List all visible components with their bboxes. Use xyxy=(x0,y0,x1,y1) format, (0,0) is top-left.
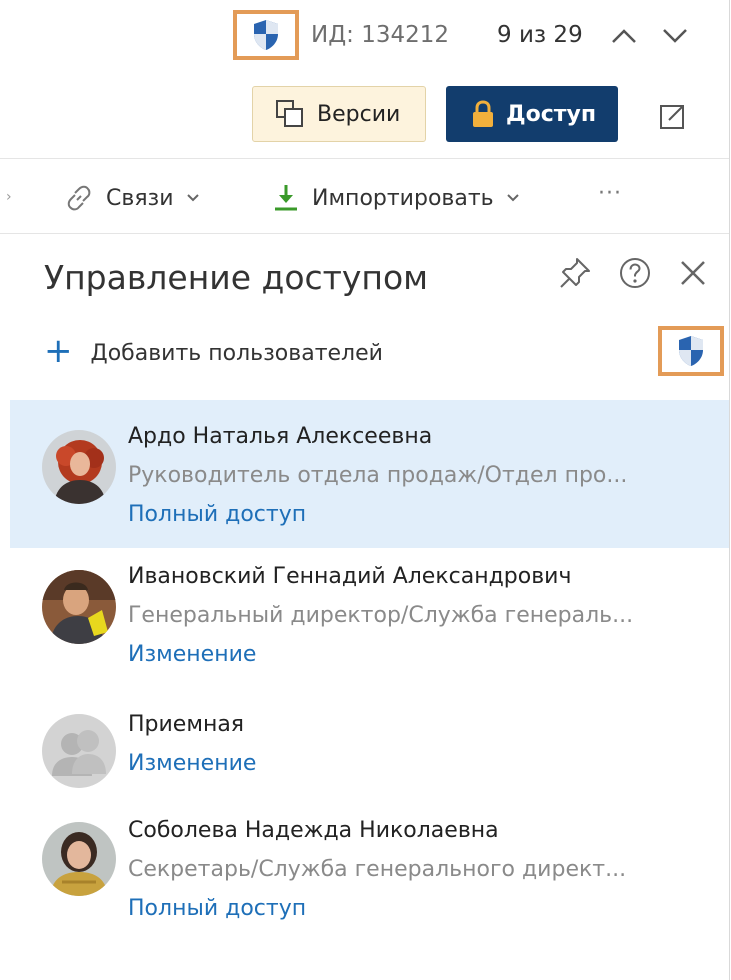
help-icon xyxy=(620,258,650,288)
add-users-button[interactable]: + Добавить пользователей xyxy=(44,334,383,368)
user-access-rights[interactable]: Изменение xyxy=(128,751,256,776)
open-in-window-button[interactable] xyxy=(653,96,693,136)
user-name: Ардо Наталья Алексеевна xyxy=(128,424,433,449)
next-button[interactable] xyxy=(657,20,693,52)
links-menu-button[interactable]: Связи xyxy=(64,181,200,215)
pin-button[interactable] xyxy=(556,254,594,292)
security-settings-button[interactable] xyxy=(658,326,724,376)
record-counter: 9 из 29 xyxy=(497,22,583,48)
chevron-down-icon xyxy=(186,194,199,202)
import-menu-button[interactable]: Импортировать xyxy=(272,181,520,215)
shield-icon xyxy=(254,20,278,50)
chevron-down-icon xyxy=(506,194,519,202)
toolbar-overflow-marker: › xyxy=(6,189,12,205)
help-button[interactable] xyxy=(616,254,654,292)
chevron-down-icon xyxy=(663,29,687,43)
plus-icon: + xyxy=(44,331,73,371)
access-label: Доступ xyxy=(506,101,597,127)
toolbar: › Связи Импортировать ··· xyxy=(0,158,729,234)
links-label: Связи xyxy=(106,185,174,211)
user-name: Ивановский Геннадий Александрович xyxy=(128,564,572,589)
card-header: ИД: 134212 9 из 29 xyxy=(0,0,731,72)
user-list-item[interactable]: Соболева Надежда Николаевна Секретарь/Сл… xyxy=(10,802,729,950)
avatar xyxy=(42,714,116,788)
user-position: Руководитель отдела продаж/Отдел про... xyxy=(128,463,628,488)
user-access-rights[interactable]: Полный доступ xyxy=(128,896,306,921)
pin-icon xyxy=(560,258,590,288)
add-users-label: Добавить пользователей xyxy=(90,340,383,366)
chevron-up-icon xyxy=(612,29,636,43)
user-position: Генеральный директор/Служба генераль... xyxy=(128,603,634,628)
link-icon xyxy=(67,185,91,211)
import-icon xyxy=(275,185,297,211)
user-access-rights[interactable]: Полный доступ xyxy=(128,502,306,527)
versions-icon xyxy=(276,100,303,127)
previous-button[interactable] xyxy=(606,20,642,52)
user-name: Соболева Надежда Николаевна xyxy=(128,818,499,843)
avatar xyxy=(42,822,116,896)
user-list-item[interactable]: Приемная Изменение xyxy=(10,696,729,802)
avatar xyxy=(42,430,116,504)
open-external-icon xyxy=(660,105,684,129)
frame-border xyxy=(729,0,730,980)
close-icon xyxy=(681,261,705,285)
document-id: ИД: 134212 xyxy=(311,22,450,48)
access-button[interactable]: Доступ xyxy=(446,86,618,142)
panel-title: Управление доступом xyxy=(44,258,429,297)
versions-button[interactable]: Версии xyxy=(252,86,426,142)
shield-icon xyxy=(679,336,703,366)
user-list-item[interactable]: Ивановский Геннадий Александрович Генера… xyxy=(10,548,729,696)
versions-label: Версии xyxy=(317,101,401,127)
security-highlight[interactable] xyxy=(233,10,299,60)
avatar xyxy=(42,570,116,644)
user-access-rights[interactable]: Изменение xyxy=(128,642,256,667)
user-list-item[interactable]: Ардо Наталья Алексеевна Руководитель отд… xyxy=(10,400,729,548)
more-button[interactable]: ··· xyxy=(598,181,622,215)
access-management-panel: Управление доступом + Добавить пользоват… xyxy=(10,234,729,980)
close-button[interactable] xyxy=(674,254,712,292)
lock-icon xyxy=(473,100,493,127)
user-position: Секретарь/Служба генерального директ... xyxy=(128,857,627,882)
user-name: Приемная xyxy=(128,712,245,737)
import-label: Импортировать xyxy=(312,185,494,211)
